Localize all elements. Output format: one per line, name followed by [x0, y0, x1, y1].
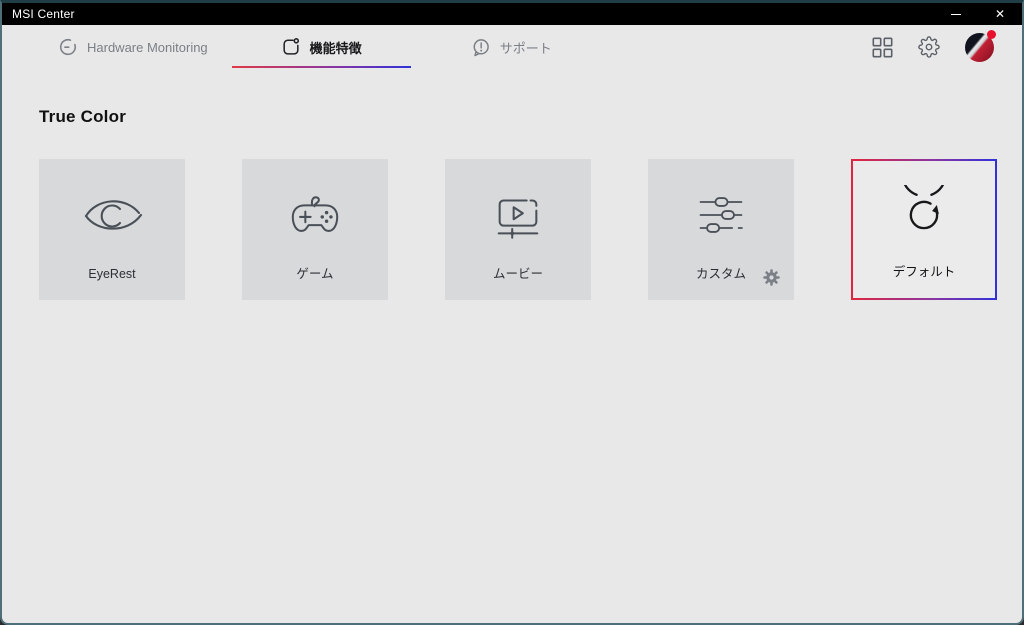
truecolor-mode-cards: EyeRest ゲーム ムービー カスタム デフォルト: [2, 159, 1022, 300]
close-button[interactable]: ✕: [978, 3, 1022, 25]
features-icon: [283, 38, 299, 55]
truecolor-card-default[interactable]: デフォルト: [851, 159, 997, 300]
tab-label: サポート: [499, 40, 552, 56]
tab-support[interactable]: サポート: [471, 25, 552, 69]
truecolor-card-eyerest[interactable]: EyeRest: [39, 159, 185, 300]
tab-label: 機能特徴: [309, 40, 362, 56]
movie-player-icon: [445, 159, 591, 268]
notification-dot: [987, 29, 996, 39]
titlebar: MSI Center ✕: [2, 3, 1022, 25]
settings-gear-icon: [918, 36, 940, 58]
msi-center-window: MSI Center ✕ Hardware Monitoring 機能特徴 サポ…: [0, 0, 1024, 625]
tab-hardware-monitoring[interactable]: Hardware Monitoring: [58, 25, 208, 69]
truecolor-card-game[interactable]: ゲーム: [242, 159, 388, 300]
apps-grid-button[interactable]: [872, 36, 893, 58]
gamepad-icon: [242, 159, 388, 268]
tab-bar: Hardware Monitoring 機能特徴 サポート: [58, 25, 552, 69]
eye-icon: [39, 159, 185, 268]
header: Hardware Monitoring 機能特徴 サポート: [2, 25, 1022, 69]
card-label: ムービー: [492, 266, 543, 281]
user-avatar[interactable]: [965, 29, 996, 62]
close-icon: ✕: [994, 7, 1006, 21]
reset-refresh-icon: [853, 161, 995, 266]
card-label: デフォルト: [892, 264, 956, 279]
card-settings-gear-icon[interactable]: [762, 268, 781, 287]
truecolor-card-movie[interactable]: ムービー: [445, 159, 591, 300]
card-label: カスタム: [695, 266, 746, 281]
minimize-button[interactable]: [934, 3, 978, 25]
window-title: MSI Center: [12, 7, 75, 21]
apps-grid-icon: [872, 36, 893, 58]
page-title: True Color: [39, 107, 127, 126]
settings-button[interactable]: [918, 36, 940, 58]
minimize-icon: [951, 13, 961, 15]
card-label: ゲーム: [296, 266, 334, 281]
header-actions: [872, 25, 996, 69]
truecolor-card-custom[interactable]: カスタム: [648, 159, 794, 300]
tab-features[interactable]: 機能特徴: [231, 25, 411, 69]
card-label: EyeRest: [88, 266, 136, 281]
sliders-icon: [648, 159, 794, 268]
gauge-icon: [59, 38, 77, 56]
support-icon: [473, 39, 489, 57]
tab-label: Hardware Monitoring: [87, 39, 208, 55]
